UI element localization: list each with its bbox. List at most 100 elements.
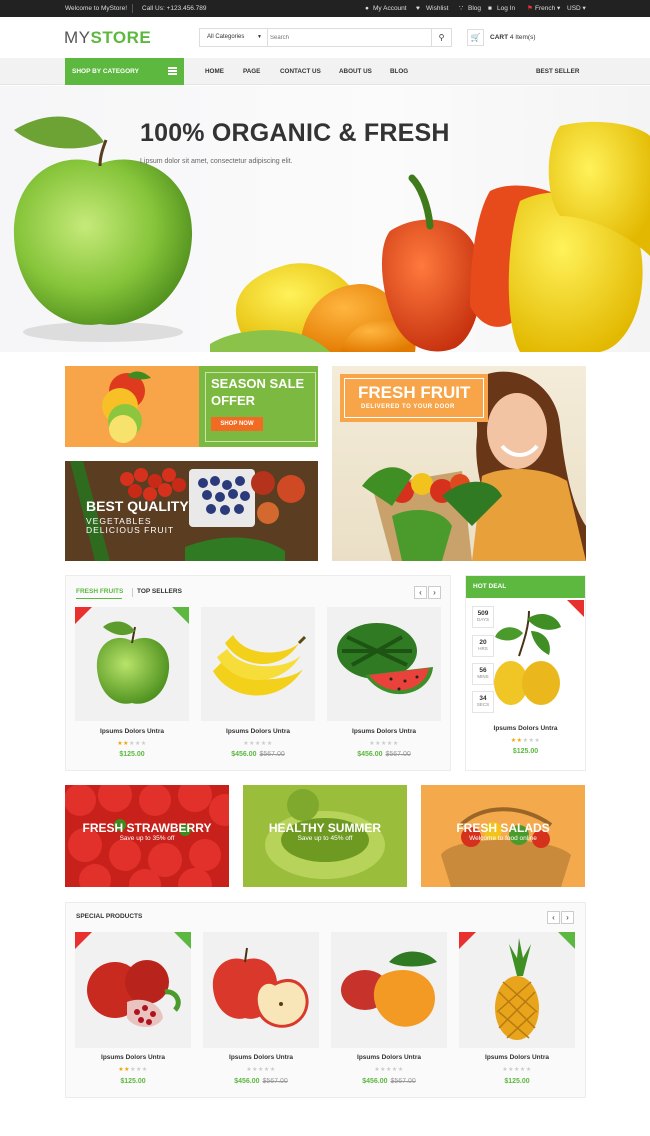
rss-icon: ∵	[459, 5, 464, 12]
sale-badge	[75, 932, 92, 949]
product-image[interactable]	[327, 607, 441, 721]
best-quality-banner[interactable]: BEST QUALITY VEGETABLES DELICIOUS FRUIT	[65, 461, 318, 561]
tab-top-sellers[interactable]: TOP SELLERS	[137, 588, 182, 595]
sale-badge	[567, 600, 584, 617]
cart-button[interactable]: 🛒 CART 4 Item(s)	[467, 28, 536, 47]
nav-about[interactable]: ABOUT US	[339, 58, 372, 85]
apple-image	[96, 621, 170, 704]
wishlist-link[interactable]: Wishlist	[426, 0, 448, 17]
prev-arrow-button[interactable]: ‹	[414, 586, 427, 599]
product-price: $456.00 $567.00	[357, 751, 411, 758]
hot-deal-title: HOT DEAL	[466, 576, 585, 598]
rating-stars: ★★★★★	[369, 741, 399, 747]
season-sale-title: SEASON SALE	[211, 376, 305, 391]
product-card[interactable]: Ipsums Dolors Untra ★★★★★ $456.00 $567.00	[331, 932, 447, 1092]
next-arrow-button[interactable]: ›	[428, 586, 441, 599]
language-select[interactable]: French ▾	[535, 0, 560, 17]
old-price: $567.00	[262, 1078, 288, 1085]
heart-icon: ♥	[416, 5, 420, 12]
search-input[interactable]	[270, 31, 420, 44]
blog-link[interactable]: Blog	[468, 0, 481, 17]
pomegranate-image	[87, 960, 181, 1027]
product-name[interactable]: Ipsums Dolors Untra	[459, 1054, 575, 1061]
divider	[132, 4, 133, 13]
fresh-fruit-banner[interactable]: FRESH FRUIT DELIVERED TO YOUR DOOR	[332, 366, 586, 561]
login-link[interactable]: Log In	[497, 0, 515, 17]
product-card[interactable]: Ipsums Dolors Untra ★★★★★ $456.00 $567.00	[327, 607, 441, 767]
my-account-link[interactable]: My Account	[373, 0, 407, 17]
product-card[interactable]: Ipsums Dolors Untra ★★★★★ $456.00 $567.00	[203, 932, 319, 1092]
product-name[interactable]: Ipsums Dolors Untra	[203, 1054, 319, 1061]
next-arrow-button[interactable]: ›	[561, 911, 574, 924]
healthy-summer-title: HEALTHY SUMMER	[268, 821, 382, 835]
nav-blog[interactable]: BLOG	[390, 58, 408, 85]
lock-icon: ■	[488, 5, 492, 12]
welcome-text: Welcome to MyStore!	[65, 5, 128, 12]
rating-stars: ★★★★★	[374, 1067, 404, 1073]
cart-label: CART	[490, 34, 509, 41]
old-price: $567.00	[390, 1078, 416, 1085]
tab-underline	[76, 598, 122, 599]
search-bar: All Categories▼ ⚲	[199, 28, 452, 47]
shop-by-category-button[interactable]: SHOP BY CATEGORY	[65, 58, 184, 85]
rating-stars: ★★★★★	[510, 738, 541, 744]
hero-banner[interactable]: 100% ORGANIC & FRESH Lipsum dolor sit am…	[0, 86, 650, 352]
nav-home[interactable]: HOME	[205, 58, 224, 85]
chevron-left-icon: ‹	[552, 913, 555, 922]
product-card[interactable]: Ipsums Dolors Untra ★★★★★ $456.00 $567.00	[201, 607, 315, 767]
chevron-left-icon: ‹	[419, 588, 422, 597]
hot-deal-name[interactable]: Ipsums Dolors Untra	[466, 725, 585, 732]
product-name[interactable]: Ipsums Dolors Untra	[331, 1054, 447, 1061]
chevron-right-icon: ›	[433, 588, 436, 597]
strawberry-subtitle: Save up to 35% off	[119, 835, 175, 842]
top-bar: Welcome to MyStore! Call Us: +123.456.78…	[0, 0, 650, 17]
nav-contact[interactable]: CONTACT US	[280, 58, 321, 85]
product-card[interactable]: Ipsums Dolors Untra ★★★★★ $125.00	[75, 932, 191, 1092]
shop-now-button[interactable]: SHOP NOW	[211, 417, 263, 431]
tab-divider	[132, 588, 133, 597]
old-price: $567.00	[259, 751, 285, 758]
nav-best-seller[interactable]: BEST SELLER	[536, 58, 579, 85]
healthy-summer-banner[interactable]: HEALTHY SUMMER Save up to 45% off	[243, 785, 407, 887]
pineapple-image	[495, 938, 539, 1040]
flag-icon: ⚑	[527, 5, 533, 12]
sale-badge	[75, 607, 92, 624]
fresh-salads-banner[interactable]: FRESH SALADS Welcome to food online	[421, 785, 585, 887]
strawberry-banner[interactable]: FRESH STRAWBERRY Save up to 35% off	[65, 785, 229, 887]
prev-arrow-button[interactable]: ‹	[547, 911, 560, 924]
product-name[interactable]: Ipsums Dolors Untra	[75, 1054, 191, 1061]
cart-count: 4 Item(s)	[509, 34, 536, 41]
countdown-secs: 34 SECS	[472, 691, 494, 713]
product-image[interactable]	[201, 607, 315, 721]
hero-subtitle: Lipsum dolor sit amet, consectetur adipi…	[140, 158, 293, 165]
product-card[interactable]: Ipsums Dolors Untra ★★★★★ $125.00	[75, 607, 189, 767]
logo[interactable]: MYSTORE	[64, 28, 151, 48]
chevron-right-icon: ›	[566, 913, 569, 922]
fresh-salads-title: FRESH SALADS	[456, 821, 550, 835]
product-price: $456.00 $567.00	[362, 1078, 416, 1085]
nav-page[interactable]: PAGE	[243, 58, 260, 85]
fruit-slices-image	[102, 371, 151, 443]
tab-fresh-fruits[interactable]: FRESH FRUITS	[76, 588, 123, 595]
menu-icon	[168, 67, 177, 75]
user-icon: ●	[365, 5, 369, 12]
product-name[interactable]: Ipsums Dolors Untra	[201, 728, 315, 735]
product-image[interactable]	[75, 607, 189, 721]
fresh-salads-subtitle: Welcome to food online	[469, 835, 537, 842]
currency-select[interactable]: USD ▾	[567, 0, 586, 17]
season-sale-subtitle: OFFER	[211, 393, 256, 408]
rating-stars: ★★★★★	[118, 1067, 148, 1073]
fresh-fruit-title: FRESH FRUIT	[358, 383, 471, 402]
rating-stars: ★★★★★	[243, 741, 273, 747]
category-select[interactable]: All Categories ▼	[200, 29, 268, 46]
search-button[interactable]: ⚲	[431, 29, 451, 46]
season-sale-banner[interactable]: SEASON SALE OFFER SHOP NOW	[65, 366, 318, 447]
product-image[interactable]	[203, 932, 319, 1048]
mango-image	[341, 951, 437, 1027]
product-image[interactable]	[459, 932, 575, 1048]
product-name[interactable]: Ipsums Dolors Untra	[75, 728, 189, 735]
product-image[interactable]	[331, 932, 447, 1048]
product-name[interactable]: Ipsums Dolors Untra	[327, 728, 441, 735]
product-image[interactable]	[75, 932, 191, 1048]
product-card[interactable]: Ipsums Dolors Untra ★★★★★ $125.00	[459, 932, 575, 1092]
